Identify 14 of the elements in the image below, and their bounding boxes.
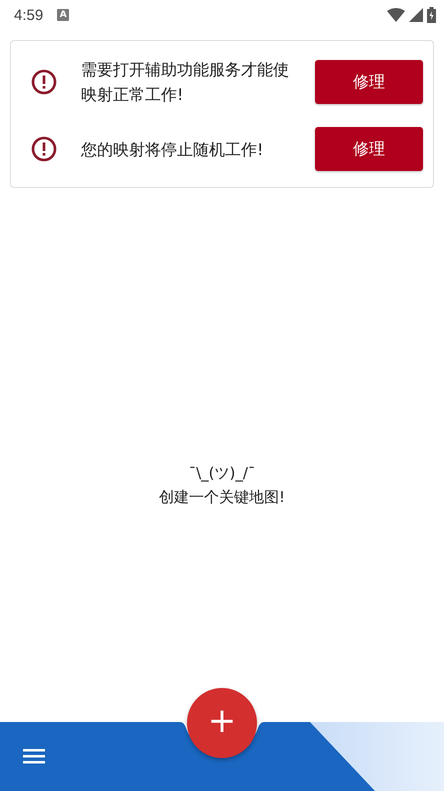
shrug-emoticon: ¯\_(ツ)_/¯ — [188, 463, 256, 484]
battery-icon — [427, 7, 436, 23]
signal-icon — [409, 8, 423, 22]
alert-icon — [31, 136, 57, 162]
warning-message: 需要打开辅助功能服务才能使映射正常工作! — [81, 59, 290, 106]
add-button[interactable]: + — [187, 688, 257, 758]
wifi-icon — [387, 8, 405, 22]
notification-icon: A — [57, 9, 70, 21]
status-time: 4:59 — [14, 6, 44, 24]
fix-button[interactable]: 修理 — [315, 127, 423, 171]
warning-message: 您的映射将停止随机工作! — [81, 138, 264, 160]
alert-icon — [31, 69, 57, 95]
empty-message: 创建一个关键地图! — [158, 487, 285, 508]
fix-button[interactable]: 修理 — [315, 60, 423, 104]
